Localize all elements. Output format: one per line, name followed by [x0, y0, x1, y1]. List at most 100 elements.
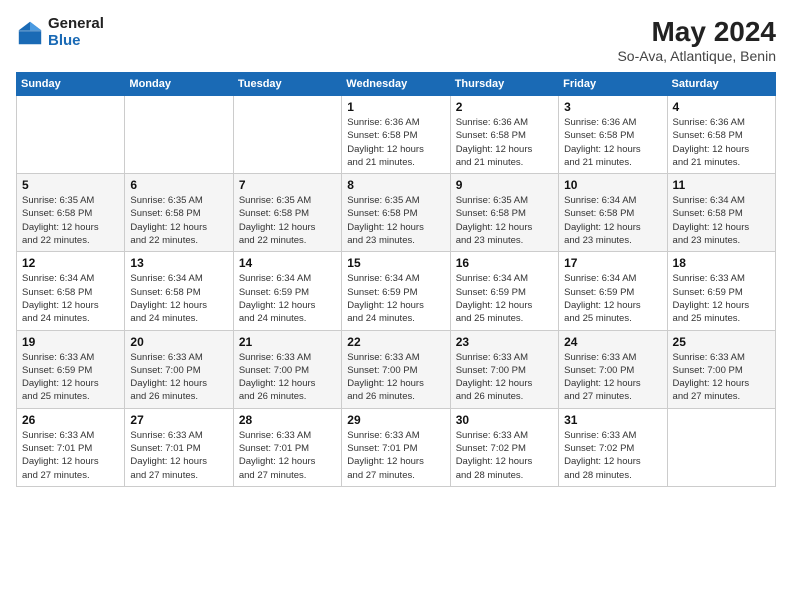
day-number: 14	[239, 256, 336, 270]
day-info: Sunrise: 6:33 AMSunset: 7:00 PMDaylight:…	[239, 351, 336, 404]
day-number: 25	[673, 335, 770, 349]
calendar-cell: 27Sunrise: 6:33 AMSunset: 7:01 PMDayligh…	[125, 408, 233, 486]
day-number: 4	[673, 100, 770, 114]
day-number: 27	[130, 413, 227, 427]
calendar-cell: 10 Sunrise: 6:34 AMSunset: 6:58 PMDayligh…	[559, 174, 667, 252]
calendar-cell: 12 Sunrise: 6:34 AMSunset: 6:58 PMDayligh…	[17, 252, 125, 330]
day-info: Sunrise: 6:36 AMSunset: 6:58 PMDaylight:…	[456, 116, 553, 169]
header-row: SundayMondayTuesdayWednesdayThursdayFrid…	[17, 73, 776, 96]
calendar-week-row: 26Sunrise: 6:33 AMSunset: 7:01 PMDayligh…	[17, 408, 776, 486]
calendar-week-row: 5Sunrise: 6:35 AMSunset: 6:58 PMDaylight…	[17, 174, 776, 252]
day-info: Sunrise: 6:34 AMSunset: 6:58 PMDaylight:…	[673, 194, 770, 247]
calendar-cell: 5Sunrise: 6:35 AMSunset: 6:58 PMDaylight…	[17, 174, 125, 252]
calendar-cell: 8Sunrise: 6:35 AMSunset: 6:58 PMDaylight…	[342, 174, 450, 252]
calendar-cell	[17, 96, 125, 174]
day-info: Sunrise: 6:34 AMSunset: 6:58 PMDaylight:…	[22, 272, 119, 325]
day-number: 13	[130, 256, 227, 270]
calendar-week-row: 12 Sunrise: 6:34 AMSunset: 6:58 PMDayligh…	[17, 252, 776, 330]
calendar-cell: 31 Sunrise: 6:33 AMSunset: 7:02 PMDayligh…	[559, 408, 667, 486]
calendar-cell	[233, 96, 341, 174]
day-number: 24	[564, 335, 661, 349]
calendar-body: 1 Sunrise: 6:36 AMSunset: 6:58 PMDaylight…	[17, 96, 776, 487]
day-info: Sunrise: 6:33 AMSunset: 7:00 PMDaylight:…	[130, 351, 227, 404]
day-info: Sunrise: 6:33 AMSunset: 7:00 PMDaylight:…	[456, 351, 553, 404]
day-of-week-header: Sunday	[17, 73, 125, 96]
day-number: 31	[564, 413, 661, 427]
calendar-cell: 17 Sunrise: 6:34 AMSunset: 6:59 PMDayligh…	[559, 252, 667, 330]
day-number: 19	[22, 335, 119, 349]
calendar-cell: 26Sunrise: 6:33 AMSunset: 7:01 PMDayligh…	[17, 408, 125, 486]
day-number: 17	[564, 256, 661, 270]
calendar-cell: 19 Sunrise: 6:33 AMSunset: 6:59 PMDayligh…	[17, 330, 125, 408]
title-block: May 2024 So-Ava, Atlantique, Benin	[617, 16, 776, 64]
calendar-cell: 14 Sunrise: 6:34 AMSunset: 6:59 PMDayligh…	[233, 252, 341, 330]
page-header: General Blue May 2024 So-Ava, Atlantique…	[16, 16, 776, 64]
day-number: 29	[347, 413, 444, 427]
calendar-cell: 21Sunrise: 6:33 AMSunset: 7:00 PMDayligh…	[233, 330, 341, 408]
day-info: Sunrise: 6:33 AMSunset: 7:01 PMDaylight:…	[22, 429, 119, 482]
day-of-week-header: Saturday	[667, 73, 775, 96]
day-number: 10	[564, 178, 661, 192]
calendar-cell: 24Sunrise: 6:33 AMSunset: 7:00 PMDayligh…	[559, 330, 667, 408]
calendar-week-row: 19 Sunrise: 6:33 AMSunset: 6:59 PMDayligh…	[17, 330, 776, 408]
day-info: Sunrise: 6:34 AMSunset: 6:58 PMDaylight:…	[564, 194, 661, 247]
day-number: 22	[347, 335, 444, 349]
calendar-header: SundayMondayTuesdayWednesdayThursdayFrid…	[17, 73, 776, 96]
day-number: 12	[22, 256, 119, 270]
calendar-cell: 16Sunrise: 6:34 AMSunset: 6:59 PMDayligh…	[450, 252, 558, 330]
calendar-table: SundayMondayTuesdayWednesdayThursdayFrid…	[16, 72, 776, 487]
day-number: 7	[239, 178, 336, 192]
day-info: Sunrise: 6:33 AMSunset: 7:01 PMDaylight:…	[347, 429, 444, 482]
day-info: Sunrise: 6:33 AMSunset: 7:02 PMDaylight:…	[564, 429, 661, 482]
calendar-cell: 18Sunrise: 6:33 AMSunset: 6:59 PMDayligh…	[667, 252, 775, 330]
day-info: Sunrise: 6:33 AMSunset: 7:02 PMDaylight:…	[456, 429, 553, 482]
calendar-cell	[125, 96, 233, 174]
calendar-cell: 13 Sunrise: 6:34 AMSunset: 6:58 PMDayligh…	[125, 252, 233, 330]
day-info: Sunrise: 6:35 AMSunset: 6:58 PMDaylight:…	[130, 194, 227, 247]
logo-icon	[16, 19, 44, 47]
calendar-cell: 25 Sunrise: 6:33 AMSunset: 7:00 PMDayligh…	[667, 330, 775, 408]
logo: General Blue	[16, 16, 104, 49]
day-info: Sunrise: 6:36 AMSunset: 6:58 PMDaylight:…	[564, 116, 661, 169]
calendar-cell: 1 Sunrise: 6:36 AMSunset: 6:58 PMDaylight…	[342, 96, 450, 174]
day-info: Sunrise: 6:33 AMSunset: 6:59 PMDaylight:…	[22, 351, 119, 404]
day-number: 9	[456, 178, 553, 192]
calendar-cell: 30 Sunrise: 6:33 AMSunset: 7:02 PMDayligh…	[450, 408, 558, 486]
day-of-week-header: Tuesday	[233, 73, 341, 96]
calendar-cell: 4 Sunrise: 6:36 AMSunset: 6:58 PMDaylight…	[667, 96, 775, 174]
day-number: 15	[347, 256, 444, 270]
day-number: 1	[347, 100, 444, 114]
day-number: 18	[673, 256, 770, 270]
calendar-cell: 9Sunrise: 6:35 AMSunset: 6:58 PMDaylight…	[450, 174, 558, 252]
day-info: Sunrise: 6:35 AMSunset: 6:58 PMDaylight:…	[347, 194, 444, 247]
day-number: 16	[456, 256, 553, 270]
day-info: Sunrise: 6:33 AMSunset: 7:00 PMDaylight:…	[347, 351, 444, 404]
day-info: Sunrise: 6:35 AMSunset: 6:58 PMDaylight:…	[22, 194, 119, 247]
day-number: 30	[456, 413, 553, 427]
calendar-cell: 6Sunrise: 6:35 AMSunset: 6:58 PMDaylight…	[125, 174, 233, 252]
calendar-cell	[667, 408, 775, 486]
calendar-cell: 23 Sunrise: 6:33 AMSunset: 7:00 PMDayligh…	[450, 330, 558, 408]
calendar-cell: 28Sunrise: 6:33 AMSunset: 7:01 PMDayligh…	[233, 408, 341, 486]
day-of-week-header: Monday	[125, 73, 233, 96]
calendar-subtitle: So-Ava, Atlantique, Benin	[617, 48, 776, 64]
day-number: 23	[456, 335, 553, 349]
day-info: Sunrise: 6:33 AMSunset: 7:00 PMDaylight:…	[673, 351, 770, 404]
calendar-title: May 2024	[617, 16, 776, 48]
calendar-cell: 20Sunrise: 6:33 AMSunset: 7:00 PMDayligh…	[125, 330, 233, 408]
day-number: 11	[673, 178, 770, 192]
calendar-cell: 2Sunrise: 6:36 AMSunset: 6:58 PMDaylight…	[450, 96, 558, 174]
logo-line2: Blue	[48, 33, 104, 50]
day-info: Sunrise: 6:34 AMSunset: 6:59 PMDaylight:…	[239, 272, 336, 325]
day-info: Sunrise: 6:34 AMSunset: 6:59 PMDaylight:…	[347, 272, 444, 325]
calendar-cell: 3Sunrise: 6:36 AMSunset: 6:58 PMDaylight…	[559, 96, 667, 174]
day-info: Sunrise: 6:36 AMSunset: 6:58 PMDaylight:…	[347, 116, 444, 169]
logo-text: General Blue	[48, 16, 104, 49]
day-number: 28	[239, 413, 336, 427]
day-info: Sunrise: 6:34 AMSunset: 6:59 PMDaylight:…	[564, 272, 661, 325]
logo-line1: General	[48, 16, 104, 33]
day-info: Sunrise: 6:35 AMSunset: 6:58 PMDaylight:…	[239, 194, 336, 247]
day-info: Sunrise: 6:34 AMSunset: 6:58 PMDaylight:…	[130, 272, 227, 325]
calendar-cell: 22 Sunrise: 6:33 AMSunset: 7:00 PMDayligh…	[342, 330, 450, 408]
day-info: Sunrise: 6:36 AMSunset: 6:58 PMDaylight:…	[673, 116, 770, 169]
